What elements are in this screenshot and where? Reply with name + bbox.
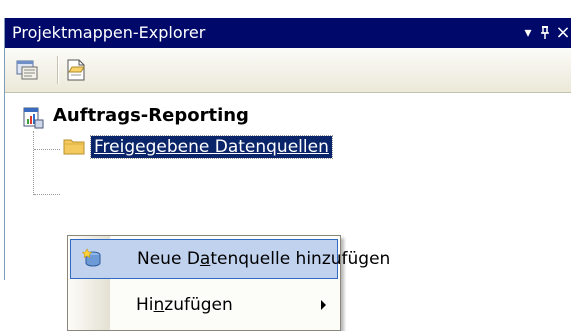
panel-toolbar bbox=[5, 48, 571, 93]
context-menu: Neue Datenquelle hinzufügen Hinzufügen bbox=[67, 235, 390, 331]
menu-item-add-new-datasource[interactable]: Neue Datenquelle hinzufügen bbox=[70, 239, 390, 279]
folder-icon bbox=[63, 139, 85, 155]
menu-item-label: Neue Datenquelle hinzufügen bbox=[137, 249, 391, 269]
menu-item-label: Hinzufügen bbox=[136, 295, 233, 315]
properties-button[interactable] bbox=[13, 56, 41, 84]
close-icon[interactable]: × bbox=[552, 18, 571, 48]
submenu-arrow-icon bbox=[321, 300, 326, 310]
tree-connector-line bbox=[34, 194, 60, 195]
tree-connector-line bbox=[34, 149, 60, 150]
properties-icon bbox=[16, 60, 38, 80]
tree-connector-line bbox=[33, 131, 34, 195]
menu-item-add[interactable]: Hinzufügen bbox=[70, 286, 338, 324]
panel-title: Projektmappen-Explorer bbox=[12, 23, 206, 42]
report-project-icon bbox=[23, 107, 44, 129]
toolbar-separator bbox=[57, 56, 59, 84]
tree-node-shared-datasources[interactable]: Freigegebene Datenquellen bbox=[90, 135, 333, 159]
show-all-files-icon bbox=[67, 59, 85, 81]
panel-titlebar: Projektmappen-Explorer ▾ × bbox=[5, 18, 571, 48]
solution-explorer-panel: Projektmappen-Explorer ▾ × Auftrags-Repo… bbox=[4, 18, 571, 331]
show-all-files-button[interactable] bbox=[63, 56, 91, 84]
solution-tree: Auftrags-Reporting Freigegebene Datenque… bbox=[5, 93, 571, 331]
tree-node-root[interactable]: Auftrags-Reporting bbox=[53, 105, 249, 126]
add-datasource-icon bbox=[81, 248, 101, 267]
